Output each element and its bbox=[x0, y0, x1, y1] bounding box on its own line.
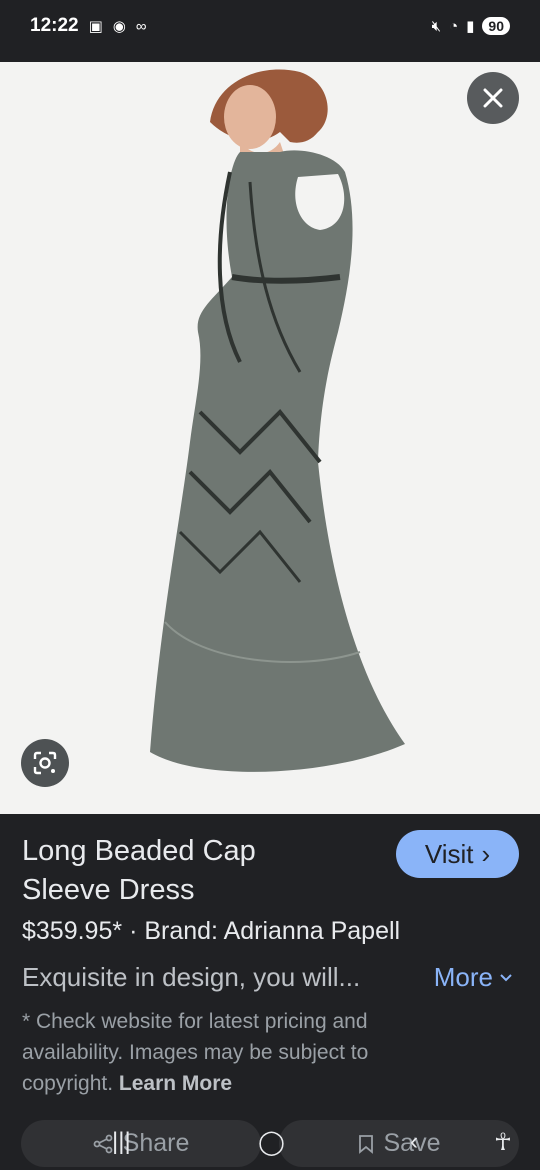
product-info-panel: Long Beaded Cap Sleeve Dress Visit › $35… bbox=[0, 814, 540, 1110]
more-label: More bbox=[433, 962, 493, 992]
voicemail-icon: ∞ bbox=[135, 17, 147, 35]
bottom-bar: Share Save ||| ◯ ‹ ☥ bbox=[0, 1110, 540, 1170]
messenger-icon: ◉ bbox=[112, 18, 126, 35]
share-label: Share bbox=[122, 1129, 190, 1157]
mute-icon: 🔇︎ bbox=[431, 17, 442, 35]
learn-more-link[interactable]: Learn More bbox=[119, 1072, 232, 1095]
price-brand-line: $359.95* · Brand: Adrianna Papell bbox=[22, 917, 400, 946]
status-time: 12:22 bbox=[30, 15, 79, 36]
wifi-icon: ◔ bbox=[449, 17, 459, 35]
price: $359.95* bbox=[22, 917, 123, 945]
chevron-right-icon: › bbox=[481, 838, 491, 869]
back-icon[interactable]: ‹ bbox=[410, 1128, 418, 1156]
brand: Brand: Adrianna Papell bbox=[144, 917, 401, 945]
battery-indicator: 90 bbox=[482, 17, 510, 35]
recent-apps-icon[interactable]: ||| bbox=[112, 1128, 131, 1156]
lens-button[interactable] bbox=[21, 739, 69, 787]
share-icon bbox=[93, 1134, 113, 1153]
product-title[interactable]: Long Beaded Cap Sleeve Dress bbox=[22, 832, 352, 910]
separator-dot: · bbox=[129, 917, 145, 945]
disclaimer: * Check website for latest pricing and a… bbox=[22, 1006, 442, 1099]
bookmark-icon bbox=[358, 1134, 373, 1154]
screenshot-icon: ▣ bbox=[88, 18, 103, 35]
accessibility-icon[interactable]: ☥ bbox=[494, 1128, 512, 1157]
visit-button[interactable]: Visit › bbox=[396, 830, 519, 878]
home-icon[interactable]: ◯ bbox=[258, 1128, 285, 1157]
visit-label: Visit bbox=[424, 838, 474, 869]
description: Exquisite in design, you will... bbox=[22, 962, 361, 992]
more-button[interactable]: More bbox=[434, 962, 513, 993]
status-bar: 12:22 ▣ ◉ ∞ 🔇︎ ◔ ▮ 90 bbox=[0, 0, 540, 52]
google-lens-icon bbox=[33, 751, 57, 775]
chevron-down-icon bbox=[500, 973, 512, 981]
product-image[interactable] bbox=[0, 62, 540, 814]
signal-icon: ▮ bbox=[466, 18, 475, 35]
close-button[interactable] bbox=[467, 72, 519, 124]
dress-photo bbox=[0, 62, 540, 814]
share-button[interactable]: Share bbox=[21, 1120, 261, 1167]
save-button[interactable]: Save bbox=[279, 1120, 519, 1167]
close-icon bbox=[483, 88, 503, 108]
